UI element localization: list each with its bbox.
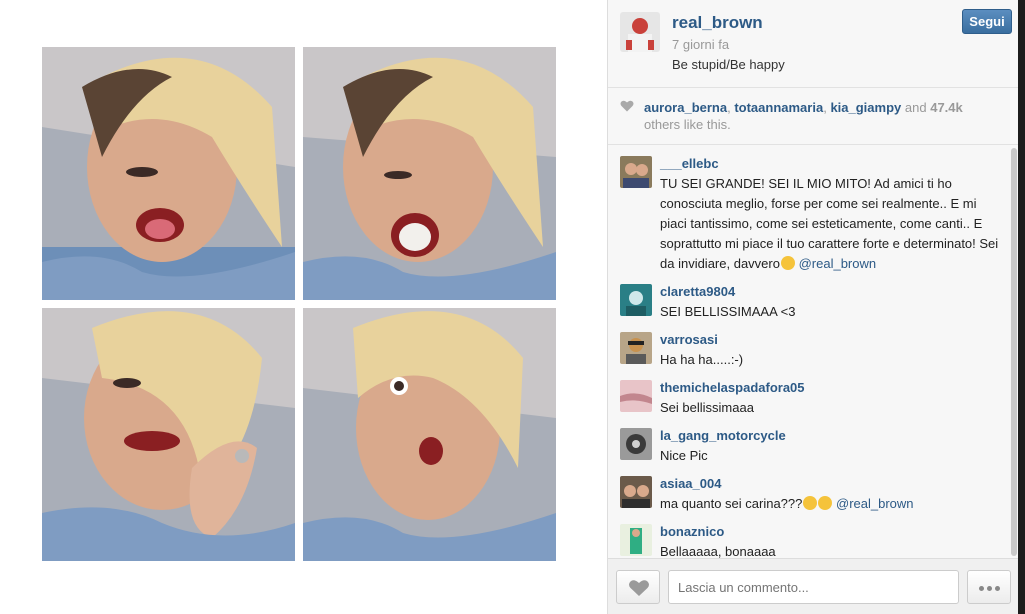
liker-link[interactable]: totaannamaria <box>734 100 823 115</box>
post-timestamp[interactable]: 7 giorni fa <box>672 37 729 52</box>
heart-icon <box>629 580 649 596</box>
comments-list[interactable]: ___ellebc TU SEI GRANDE! SEI IL MIO MITO… <box>608 146 1018 558</box>
commenter-avatar[interactable] <box>620 476 652 508</box>
like-button[interactable] <box>616 570 660 604</box>
commenter-username[interactable]: varrosasi <box>660 332 718 347</box>
commenter-username[interactable]: ___ellebc <box>660 156 719 171</box>
post-sidebar: real_brown 7 giorni fa Be stupid/Be happ… <box>607 0 1025 614</box>
photo-collage[interactable] <box>42 47 560 565</box>
likes-count[interactable]: 47.4k <box>930 100 963 115</box>
author-avatar[interactable] <box>620 12 660 52</box>
comment-text: Bellaaaaa, bonaaaa <box>660 544 776 558</box>
emoji-heart-eyes-icon <box>803 496 818 510</box>
commenter-avatar[interactable] <box>620 524 652 556</box>
emoji-kiss-icon <box>780 256 795 270</box>
commenter-username[interactable]: bonaznico <box>660 524 724 539</box>
post-header: real_brown 7 giorni fa Be stupid/Be happ… <box>608 0 1018 88</box>
comment-text: TU SEI GRANDE! SEI IL MIO MITO! Ad amici… <box>660 176 999 271</box>
follow-button[interactable]: Segui <box>962 9 1012 34</box>
photo-wink-open-mouth <box>303 47 556 300</box>
commenter-avatar[interactable] <box>620 284 652 316</box>
comment-text: Nice Pic <box>660 448 708 463</box>
scrollbar-thumb[interactable] <box>1011 148 1017 556</box>
more-dots-icon <box>995 586 1000 591</box>
post-caption: Be stupid/Be happy <box>672 57 785 72</box>
photo-area <box>0 0 607 614</box>
more-dots-icon <box>979 586 984 591</box>
commenter-avatar[interactable] <box>620 428 652 460</box>
liker-link[interactable]: aurora_berna <box>644 100 727 115</box>
photo-smile-hand <box>42 308 295 561</box>
mention-link[interactable]: @real_brown <box>836 496 914 511</box>
likes-and: and <box>904 100 927 115</box>
comment-text: Ha ha ha.....:-) <box>660 352 744 367</box>
commenter-avatar[interactable] <box>620 332 652 364</box>
comments-scrollbar[interactable] <box>1010 148 1018 556</box>
comment-text: ma quanto sei carina??? @real_brown <box>660 496 914 511</box>
photo-tile-2 <box>303 47 556 300</box>
photo-tile-1 <box>42 47 295 300</box>
commenter-username[interactable]: claretta9804 <box>660 284 735 299</box>
author-username[interactable]: real_brown <box>672 13 763 33</box>
more-options-button[interactable] <box>967 570 1011 604</box>
comment-text: SEI BELLISSIMAAA <3 <box>660 304 796 319</box>
comment-input[interactable] <box>668 570 959 604</box>
likes-summary: aurora_berna, totaannamaria, kia_giampy … <box>608 89 1018 145</box>
commenter-username[interactable]: asiaa_004 <box>660 476 721 491</box>
heart-icon <box>620 100 634 112</box>
comment-text: Sei bellissimaaa <box>660 400 754 415</box>
emoji-smile-icon <box>818 496 833 510</box>
likes-suffix: others like this. <box>644 117 731 132</box>
likes-text: aurora_berna, totaannamaria, kia_giampy … <box>644 100 963 132</box>
photo-tongue-out <box>42 47 295 300</box>
commenter-username[interactable]: themichelaspadafora05 <box>660 380 805 395</box>
photo-kiss-face <box>303 308 556 561</box>
commenter-username[interactable]: la_gang_motorcycle <box>660 428 786 443</box>
comment-footer <box>608 558 1025 614</box>
mention-link[interactable]: @real_brown <box>799 256 877 271</box>
photo-tile-4 <box>303 308 556 561</box>
liker-link[interactable]: kia_giampy <box>830 100 901 115</box>
window-edge <box>1018 0 1025 614</box>
photo-tile-3 <box>42 308 295 561</box>
commenter-avatar[interactable] <box>620 380 652 412</box>
more-dots-icon <box>987 586 992 591</box>
commenter-avatar[interactable] <box>620 156 652 188</box>
